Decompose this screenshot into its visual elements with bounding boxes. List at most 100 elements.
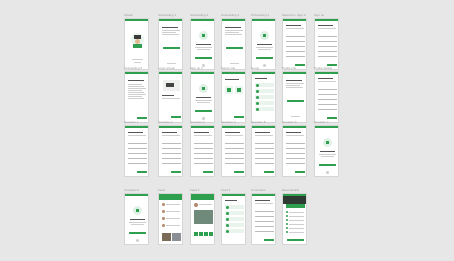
heading-line (286, 80, 302, 81)
input-field (318, 34, 337, 37)
text-line (291, 116, 300, 117)
screen-frame[interactable] (221, 18, 246, 70)
status-bar (191, 126, 214, 128)
screen-frame[interactable] (251, 18, 276, 70)
action-icon (209, 232, 213, 236)
text-line (289, 220, 304, 221)
screen-frame[interactable] (282, 193, 307, 245)
text-line (289, 232, 304, 233)
primary-button (256, 57, 273, 60)
continue-button (171, 171, 181, 174)
input-field (286, 54, 305, 57)
frame-label: Home (251, 66, 260, 70)
avatar (162, 203, 165, 206)
input-field (286, 141, 305, 144)
text-line (167, 63, 176, 64)
status-bar (315, 19, 338, 21)
frame-label: Onboarding 1 (158, 13, 177, 17)
screen-frame[interactable] (314, 71, 339, 123)
screen-frame[interactable] (124, 125, 149, 177)
status-bar (252, 19, 275, 21)
screen-frame[interactable] (251, 71, 276, 123)
text-line (162, 98, 180, 99)
heading-line (318, 25, 333, 26)
text-line (319, 154, 336, 155)
text-line (225, 32, 239, 33)
screen-frame[interactable] (282, 18, 307, 70)
input-field (318, 54, 337, 57)
frame-label: Profile details (314, 66, 333, 70)
input-field (225, 146, 244, 149)
status-bar (283, 126, 306, 128)
screen-frame[interactable] (221, 71, 246, 123)
list-item-icon (256, 101, 259, 105)
text-line (255, 135, 273, 136)
heading-line (128, 132, 143, 133)
screen-frame[interactable] (190, 193, 215, 245)
input-field (162, 151, 181, 154)
text-line (162, 30, 180, 31)
text-line (286, 87, 303, 88)
text-line (128, 88, 146, 89)
continue-button (264, 239, 274, 242)
screen-frame[interactable] (124, 193, 149, 245)
frame-label: Sign up (314, 13, 325, 17)
screen-frame[interactable] (124, 18, 149, 70)
input-field (194, 151, 213, 154)
screen-frame[interactable] (190, 71, 215, 123)
input-field (194, 146, 213, 149)
input-field (255, 161, 274, 164)
screen-frame[interactable] (282, 71, 307, 123)
frame-label: Question 7 (314, 120, 329, 124)
heading-line (162, 132, 177, 133)
screen-frame[interactable] (221, 125, 246, 177)
screen-frame[interactable] (221, 193, 246, 245)
text-line (128, 135, 146, 136)
screen-frame[interactable] (251, 125, 276, 177)
continue-button (203, 171, 213, 174)
screen-frame[interactable] (190, 125, 215, 177)
list-item-icon (226, 205, 229, 209)
frame-label: Completed (124, 188, 139, 192)
screen-frame[interactable] (158, 193, 183, 245)
frame-label: Feed 2 (190, 188, 200, 192)
screen-frame[interactable] (314, 18, 339, 70)
avatar (194, 203, 198, 207)
screen-frame[interactable] (158, 18, 183, 70)
input-field (286, 44, 305, 47)
list-item-icon (256, 95, 259, 99)
screen-frame[interactable] (282, 125, 307, 177)
input-field (255, 146, 274, 149)
text-line (286, 28, 304, 29)
heading-line (255, 200, 270, 201)
input-field (255, 151, 274, 154)
frame-label: Question 4 (221, 120, 236, 124)
text-line (197, 102, 210, 103)
input-field (162, 146, 181, 149)
heading-line (128, 80, 144, 81)
text-line (128, 94, 146, 95)
feature-glyph-icon (326, 141, 329, 144)
primary-button (195, 57, 212, 60)
text-line (166, 218, 180, 219)
list-item-icon (226, 211, 229, 215)
status-bar (283, 19, 306, 21)
screen-frame[interactable] (190, 18, 215, 70)
screen-frame[interactable] (158, 125, 183, 177)
text-line (166, 225, 180, 226)
screen-frame[interactable] (314, 125, 339, 177)
design-canvas: Splash Onboarding 1 Onboarding 2 Onboarding… (0, 0, 454, 261)
heading-line (255, 132, 270, 133)
action-icon (204, 232, 208, 236)
continue-button (234, 171, 244, 174)
input-field (128, 146, 147, 149)
screen-frame[interactable] (124, 71, 149, 123)
screen-frame[interactable] (158, 71, 183, 123)
heading-line (257, 44, 272, 45)
heading-line (196, 44, 211, 45)
screen-frame[interactable] (251, 193, 276, 245)
list-item-icon (226, 217, 229, 221)
heading-line (225, 132, 240, 133)
primary-button (195, 110, 212, 113)
heading-line (286, 132, 301, 133)
